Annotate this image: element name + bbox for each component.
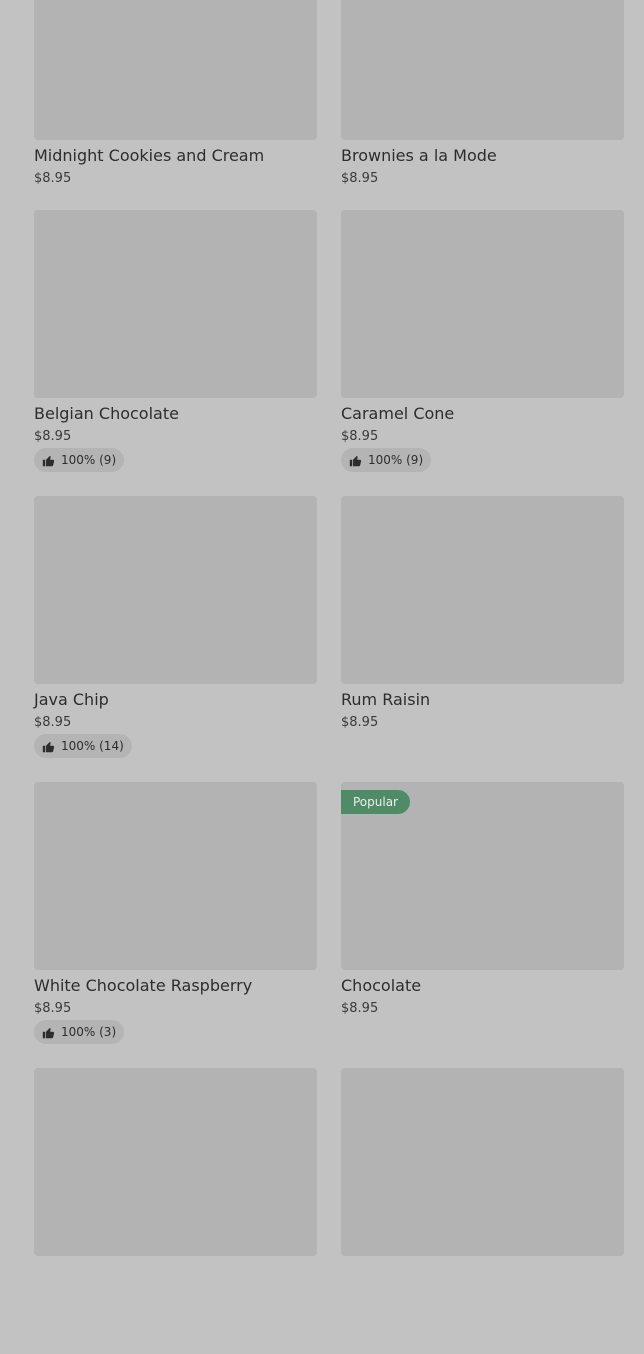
rating-value: 100% (9) — [368, 453, 424, 467]
product-image[interactable] — [341, 0, 624, 140]
product-card[interactable]: Rum Raisin $8.95 — [341, 496, 624, 782]
rating-value: 100% (14) — [61, 739, 124, 753]
thumbs-up-icon — [349, 455, 362, 466]
product-image[interactable] — [341, 496, 624, 684]
product-name[interactable]: Brownies a la Mode — [341, 146, 497, 166]
product-image[interactable] — [34, 782, 317, 970]
product-price: $8.95 — [341, 429, 379, 444]
product-image[interactable] — [34, 496, 317, 684]
product-image[interactable] — [34, 210, 317, 398]
product-price: $8.95 — [34, 429, 72, 444]
product-card[interactable] — [341, 1068, 624, 1354]
product-name[interactable]: Caramel Cone — [341, 404, 454, 424]
rating-pill: 100% (9) — [341, 448, 432, 472]
product-image[interactable] — [34, 1068, 317, 1256]
product-name[interactable]: Midnight Cookies and Cream — [34, 146, 264, 166]
rating-pill: 100% (14) — [34, 734, 132, 758]
thumbs-up-icon — [42, 455, 55, 466]
product-card[interactable]: Popular Chocolate $8.95 — [341, 782, 624, 1068]
product-card[interactable]: Brownies a la Mode $8.95 — [341, 0, 624, 210]
product-card[interactable]: Caramel Cone $8.95 100% (9) — [341, 210, 624, 496]
product-image[interactable] — [341, 1068, 624, 1256]
rating-pill: 100% (3) — [34, 1020, 125, 1044]
product-name[interactable]: Belgian Chocolate — [34, 404, 179, 424]
rating-value: 100% (3) — [61, 1025, 117, 1039]
product-card[interactable]: White Chocolate Raspberry $8.95 100% (3) — [34, 782, 317, 1068]
product-card[interactable]: Midnight Cookies and Cream $8.95 — [34, 0, 317, 210]
product-price: $8.95 — [341, 715, 379, 730]
product-name[interactable]: Chocolate — [341, 976, 421, 996]
product-card[interactable] — [34, 1068, 317, 1354]
product-name[interactable]: Java Chip — [34, 690, 109, 710]
rating-pill: 100% (9) — [34, 448, 125, 472]
thumbs-up-icon — [42, 1027, 55, 1038]
popular-badge: Popular — [341, 790, 410, 814]
product-price: $8.95 — [34, 171, 72, 186]
rating-value: 100% (9) — [61, 453, 117, 467]
product-image[interactable] — [341, 210, 624, 398]
product-price: $8.95 — [341, 1001, 379, 1016]
product-card[interactable]: Belgian Chocolate $8.95 100% (9) — [34, 210, 317, 496]
product-name[interactable]: Rum Raisin — [341, 690, 430, 710]
thumbs-up-icon — [42, 741, 55, 752]
product-image[interactable] — [34, 0, 317, 140]
product-name[interactable]: White Chocolate Raspberry — [34, 976, 252, 996]
product-price: $8.95 — [341, 171, 379, 186]
product-grid: Midnight Cookies and Cream $8.95 Brownie… — [34, 0, 624, 1354]
product-card[interactable]: Java Chip $8.95 100% (14) — [34, 496, 317, 782]
product-price: $8.95 — [34, 1001, 72, 1016]
product-price: $8.95 — [34, 715, 72, 730]
